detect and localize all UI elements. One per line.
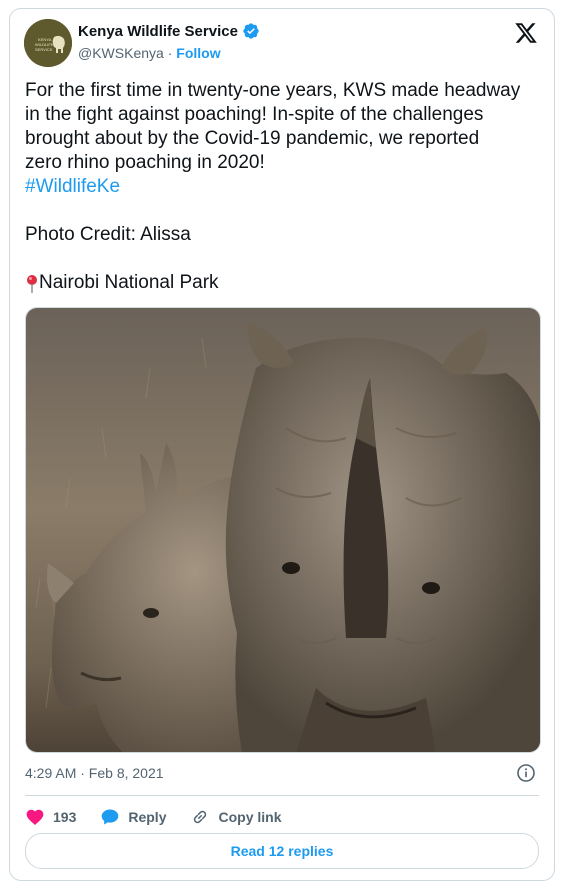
location-text: Nairobi National Park	[39, 272, 219, 293]
x-logo-icon[interactable]	[514, 21, 538, 45]
reply-bubble-icon	[102, 809, 119, 825]
read-replies-button[interactable]: Read 12 replies	[25, 833, 539, 869]
copy-link-label: Copy link	[218, 809, 282, 825]
pin-icon	[27, 275, 37, 293]
action-bar: 193 Reply Copy link	[25, 805, 306, 829]
tweet-line: For the first time in twenty-one years, …	[25, 80, 521, 101]
divider	[25, 795, 539, 796]
location-line: Nairobi National Park	[25, 271, 545, 295]
hashtag-link[interactable]: #WildlifeKe	[25, 175, 545, 199]
photo-credit: Photo Credit: Alissa	[25, 224, 191, 245]
separator-dot: ·	[167, 45, 173, 61]
tweet-card: KENYA WILDLIFE SERVICE Kenya Wildlife Se…	[9, 8, 555, 881]
copy-link-button[interactable]: Copy link	[190, 807, 282, 827]
tweet-line: brought about by the Covid-19 pandemic, …	[25, 128, 480, 149]
tweet-timestamp[interactable]: 4:29 AM · Feb 8, 2021	[25, 765, 164, 781]
follow-button[interactable]: Follow	[176, 45, 220, 61]
like-button[interactable]: 193	[25, 807, 76, 827]
tweet-line: zero rhino poaching in 2020!	[25, 152, 265, 173]
info-icon[interactable]	[516, 763, 536, 783]
link-icon	[194, 810, 207, 824]
author-handle[interactable]: @KWSKenya	[78, 45, 164, 61]
reply-button[interactable]: Reply	[100, 807, 166, 827]
tweet-text: For the first time in twenty-one years, …	[25, 79, 545, 295]
heart-icon	[26, 809, 44, 825]
tweet-line: in the fight against poaching! In-spite …	[25, 104, 484, 125]
reply-label: Reply	[128, 809, 167, 825]
verified-badge-icon	[243, 23, 259, 39]
like-count: 193	[53, 809, 77, 825]
tweet-photo[interactable]	[25, 307, 541, 753]
avatar[interactable]: KENYA WILDLIFE SERVICE	[24, 19, 72, 67]
svg-text:SERVICE: SERVICE	[35, 47, 53, 52]
author-name[interactable]: Kenya Wildlife Service	[78, 23, 238, 40]
